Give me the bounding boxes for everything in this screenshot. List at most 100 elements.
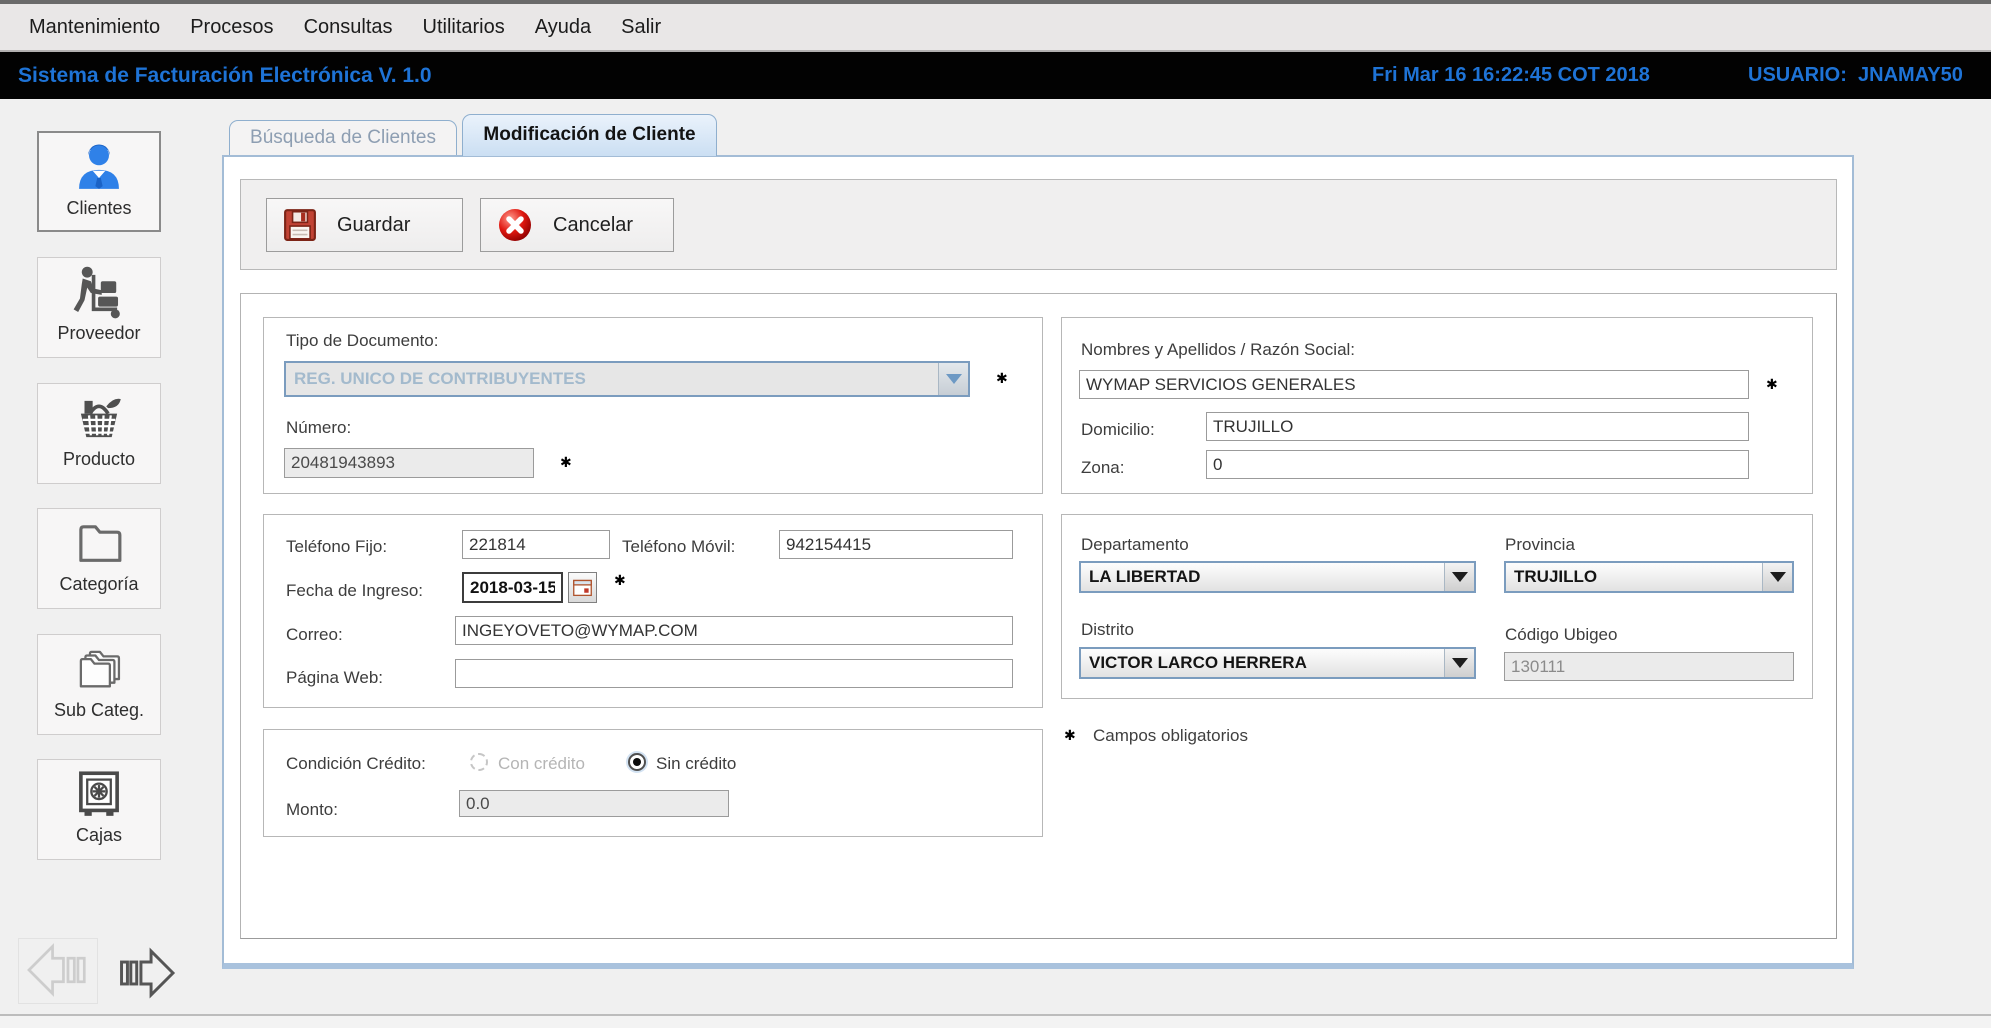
distrito-value: VICTOR LARCO HERRERA bbox=[1081, 649, 1444, 677]
menu-procesos[interactable]: Procesos bbox=[175, 16, 288, 39]
save-floppy-icon bbox=[283, 208, 317, 242]
tipo-documento-value: REG. UNICO DE CONTRIBUYENTES bbox=[286, 363, 938, 395]
tipo-documento-combobox: REG. UNICO DE CONTRIBUYENTES bbox=[284, 361, 970, 397]
fecha-ingreso-label: Fecha de Ingreso: bbox=[286, 581, 423, 601]
provincia-label: Provincia bbox=[1505, 535, 1575, 555]
main-panel: Búsqueda de Clientes Modificación de Cli… bbox=[222, 111, 1854, 969]
subcategory-folders-icon bbox=[70, 641, 128, 699]
tab-content: Guardar Cancelar bbox=[222, 155, 1854, 969]
app-title: Sistema de Facturación Electrónica V. 1.… bbox=[18, 52, 432, 99]
user-value: JNAMAY50 bbox=[1858, 52, 1963, 99]
nav-back-button[interactable] bbox=[18, 938, 98, 1004]
arrow-right-icon bbox=[110, 946, 182, 1000]
distrito-label: Distrito bbox=[1081, 620, 1134, 640]
required-asterisk: ✱ bbox=[996, 371, 1008, 387]
zona-field[interactable] bbox=[1206, 450, 1749, 479]
distrito-combobox[interactable]: VICTOR LARCO HERRERA bbox=[1079, 647, 1476, 679]
save-button[interactable]: Guardar bbox=[266, 198, 463, 252]
sidebar-item-label: Cajas bbox=[38, 825, 160, 846]
radio-con-credito-label: Con crédito bbox=[498, 754, 585, 774]
client-person-icon bbox=[70, 139, 128, 197]
cancel-button[interactable]: Cancelar bbox=[480, 198, 674, 252]
calendar-picker-button[interactable] bbox=[568, 572, 597, 603]
tab-busqueda-de-clientes[interactable]: Búsqueda de Clientes bbox=[229, 120, 457, 155]
chevron-down-icon bbox=[1444, 649, 1474, 677]
pagina-web-field[interactable] bbox=[455, 659, 1013, 688]
sidebar-item-label: Producto bbox=[38, 449, 160, 470]
category-folder-icon bbox=[70, 515, 128, 573]
domicilio-label: Domicilio: bbox=[1081, 420, 1155, 440]
provincia-value: TRUJILLO bbox=[1506, 563, 1762, 591]
radio-sin-credito-label: Sin crédito bbox=[656, 754, 736, 774]
save-button-label: Guardar bbox=[337, 214, 410, 237]
menu-consultas[interactable]: Consultas bbox=[289, 16, 408, 39]
cancel-icon bbox=[497, 207, 533, 243]
arrow-left-icon bbox=[22, 941, 94, 999]
domicilio-field[interactable] bbox=[1206, 412, 1749, 441]
sidebar-item-label: Sub Categ. bbox=[38, 700, 160, 721]
telefono-fijo-field[interactable] bbox=[462, 530, 610, 559]
nombres-label: Nombres y Apellidos / Razón Social: bbox=[1081, 340, 1355, 360]
nav-forward-button[interactable] bbox=[106, 944, 186, 1004]
departamento-label: Departamento bbox=[1081, 535, 1189, 555]
group-credito: Condición Crédito: Con crédito Sin crédi… bbox=[263, 729, 1043, 837]
sidebar-item-label: Categoría bbox=[38, 574, 160, 595]
required-asterisk: ✱ bbox=[1064, 728, 1076, 744]
chevron-down-icon bbox=[1762, 563, 1792, 591]
telefono-movil-field[interactable] bbox=[779, 530, 1013, 559]
sidebar-item-proveedor[interactable]: Proveedor bbox=[37, 257, 161, 358]
correo-label: Correo: bbox=[286, 625, 343, 645]
radio-sin-credito[interactable] bbox=[628, 753, 646, 771]
nombres-field[interactable] bbox=[1079, 370, 1749, 399]
sidebar-item-label: Clientes bbox=[39, 198, 159, 219]
required-asterisk: ✱ bbox=[614, 573, 626, 589]
required-asterisk: ✱ bbox=[560, 455, 572, 471]
correo-field[interactable] bbox=[455, 616, 1013, 645]
group-documento: Tipo de Documento: REG. UNICO DE CONTRIB… bbox=[263, 317, 1043, 494]
status-bar bbox=[0, 1014, 1991, 1028]
zona-label: Zona: bbox=[1081, 458, 1124, 478]
telefono-fijo-label: Teléfono Fijo: bbox=[286, 537, 387, 557]
fecha-ingreso-field[interactable] bbox=[462, 572, 563, 603]
group-contacto: Teléfono Fijo: Teléfono Móvil: Fecha de … bbox=[263, 514, 1043, 708]
menu-mantenimiento[interactable]: Mantenimiento bbox=[14, 16, 175, 39]
datetime-text: Fri Mar 16 16:22:45 COT 2018 bbox=[1372, 52, 1650, 99]
calendar-icon bbox=[572, 577, 593, 598]
cashbox-safe-icon bbox=[70, 766, 128, 824]
condicion-credito-label: Condición Crédito: bbox=[286, 754, 426, 774]
menu-bar: Mantenimiento Procesos Consultas Utilita… bbox=[0, 0, 1991, 52]
monto-field bbox=[459, 790, 729, 817]
group-ubicacion: Departamento LA LIBERTAD Provincia TRUJI… bbox=[1061, 514, 1813, 699]
title-bar: Sistema de Facturación Electrónica V. 1.… bbox=[0, 52, 1991, 99]
monto-label: Monto: bbox=[286, 800, 338, 820]
sidebar-item-subcateg[interactable]: Sub Categ. bbox=[37, 634, 161, 735]
sidebar-item-label: Proveedor bbox=[38, 323, 160, 344]
menu-ayuda[interactable]: Ayuda bbox=[520, 16, 606, 39]
menu-salir[interactable]: Salir bbox=[606, 16, 676, 39]
numero-label: Número: bbox=[286, 418, 351, 438]
departamento-value: LA LIBERTAD bbox=[1081, 563, 1444, 591]
telefono-movil-label: Teléfono Móvil: bbox=[622, 537, 735, 557]
app-window: Mantenimiento Procesos Consultas Utilita… bbox=[0, 0, 1991, 1028]
codigo-ubigeo-field bbox=[1504, 652, 1794, 681]
sidebar-item-producto[interactable]: Producto bbox=[37, 383, 161, 484]
sidebar-item-clientes[interactable]: Clientes bbox=[37, 131, 161, 232]
required-note: Campos obligatorios bbox=[1093, 726, 1248, 746]
user-label: USUARIO: bbox=[1748, 52, 1847, 99]
sidebar-item-cajas[interactable]: Cajas bbox=[37, 759, 161, 860]
toolbar-panel: Guardar Cancelar bbox=[240, 179, 1837, 270]
numero-field bbox=[284, 448, 534, 478]
tab-modificacion-de-cliente[interactable]: Modificación de Cliente bbox=[462, 114, 717, 156]
sidebar-item-categoria[interactable]: Categoría bbox=[37, 508, 161, 609]
client-form-panel: Tipo de Documento: REG. UNICO DE CONTRIB… bbox=[240, 293, 1837, 939]
supplier-handtruck-icon bbox=[70, 264, 128, 322]
codigo-ubigeo-label: Código Ubigeo bbox=[1505, 625, 1617, 645]
required-asterisk: ✱ bbox=[1766, 377, 1778, 393]
departamento-combobox[interactable]: LA LIBERTAD bbox=[1079, 561, 1476, 593]
tipo-documento-label: Tipo de Documento: bbox=[286, 331, 438, 351]
chevron-down-icon bbox=[938, 363, 968, 395]
chevron-down-icon bbox=[1444, 563, 1474, 591]
cancel-button-label: Cancelar bbox=[553, 214, 633, 237]
menu-utilitarios[interactable]: Utilitarios bbox=[408, 16, 520, 39]
provincia-combobox[interactable]: TRUJILLO bbox=[1504, 561, 1794, 593]
